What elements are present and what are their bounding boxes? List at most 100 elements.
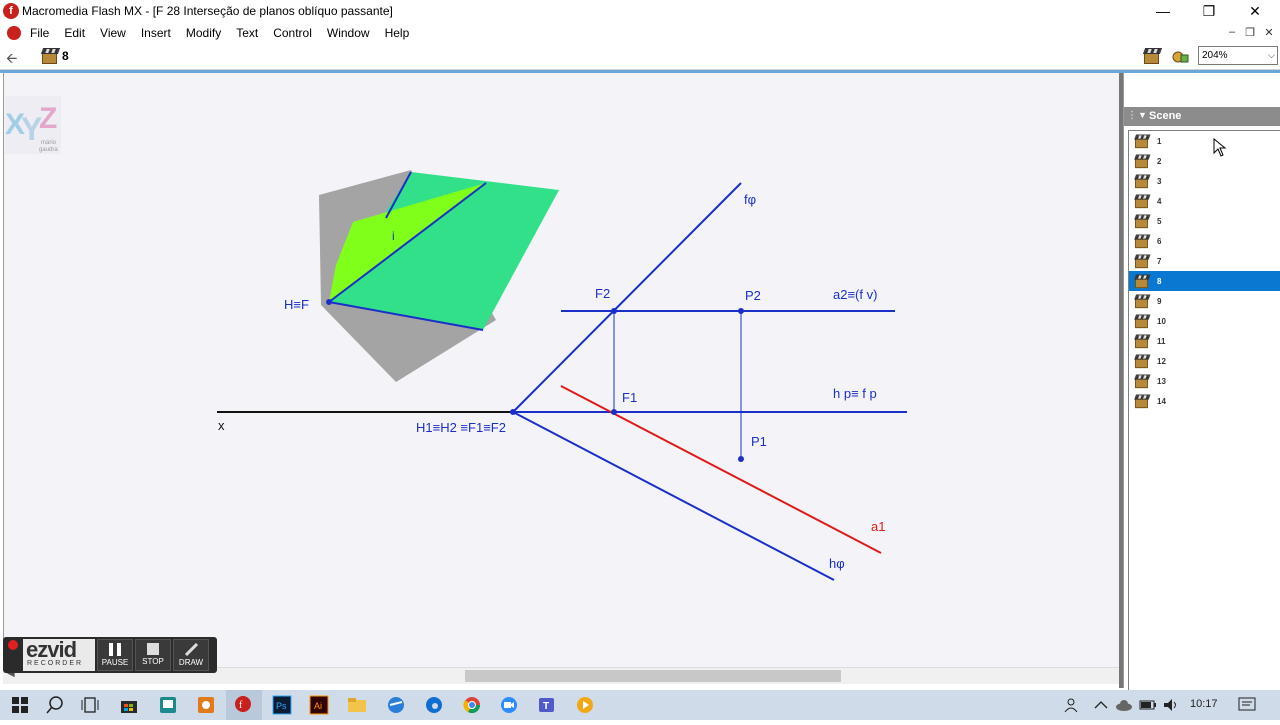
scrollbar-thumb[interactable] <box>465 670 841 682</box>
ezvid-logo: ezvid RECORDER <box>23 637 95 671</box>
restore-icon: ❐ <box>1202 3 1216 19</box>
pause-icon <box>109 643 121 656</box>
menu-file[interactable]: File <box>30 26 58 40</box>
clapper-icon <box>1135 397 1148 409</box>
scene-item[interactable]: 12 <box>1129 351 1280 371</box>
mdi-close-button[interactable]: ✕ <box>1261 26 1277 39</box>
scene-clapper-icon <box>42 52 57 64</box>
edit-symbols-icon[interactable] <box>1172 49 1190 65</box>
scene-item[interactable]: 11 <box>1129 331 1280 351</box>
point-f1 <box>611 409 617 415</box>
point-hf <box>326 299 332 305</box>
back-arrow-icon[interactable]: 🡨 <box>6 48 17 72</box>
notification-icon[interactable] <box>1236 694 1258 716</box>
teams-icon[interactable]: T <box>536 694 558 716</box>
pause-button[interactable]: PAUSE <box>97 639 133 671</box>
close-icon: ✕ <box>1249 3 1261 19</box>
draw-button[interactable]: DRAW <box>173 639 209 671</box>
ezvid-recorder: ezvid RECORDER PAUSE STOP DRAW <box>3 637 217 673</box>
menu-help[interactable]: Help <box>385 26 419 40</box>
clapper-icon <box>1135 217 1148 229</box>
app-icon[interactable] <box>157 694 179 716</box>
scene-item[interactable]: 13 <box>1129 371 1280 391</box>
close-button[interactable]: ✕ <box>1232 0 1278 23</box>
windows-start-icon[interactable] <box>9 694 31 716</box>
svg-text:Ai: Ai <box>314 701 322 711</box>
task-view-icon[interactable] <box>79 694 101 716</box>
search-icon[interactable] <box>44 694 66 716</box>
clapper-icon <box>1135 177 1148 189</box>
label-f2: F2 <box>595 286 610 301</box>
scene-list: 1 2 3 4 5 6 7 8 9 10 11 12 13 14 <box>1128 130 1280 690</box>
chrome-icon[interactable] <box>461 694 483 716</box>
collapse-triangle-icon[interactable]: ▼ <box>1138 110 1147 120</box>
clapper-icon <box>1135 357 1148 369</box>
battery-icon[interactable] <box>1137 694 1159 716</box>
point-p2 <box>738 308 744 314</box>
photoshop-icon[interactable]: Ps <box>271 694 293 716</box>
menu-text[interactable]: Text <box>236 26 267 40</box>
scene-item[interactable]: 14 <box>1129 391 1280 411</box>
chevron-up-icon[interactable] <box>1090 694 1112 716</box>
scene-item[interactable]: 2 <box>1129 151 1280 171</box>
people-icon[interactable] <box>1060 694 1082 716</box>
label-i: i <box>392 229 395 243</box>
edit-scene-icon[interactable] <box>1144 52 1159 64</box>
scene-item[interactable]: 9 <box>1129 291 1280 311</box>
scene-item-selected[interactable]: 8 <box>1129 271 1280 291</box>
taskbar: f Ps Ai T 10:17 <box>0 690 1280 720</box>
minimize-button[interactable]: — <box>1140 0 1186 23</box>
flash-taskbar-button[interactable]: f <box>226 690 262 720</box>
stop-button[interactable]: STOP <box>135 639 171 671</box>
label-a2: a2≡(f v) <box>833 287 877 302</box>
mdi-restore-button[interactable]: ❐ <box>1242 26 1258 39</box>
label-h1h2: H1≡H2 ≡F1≡F2 <box>416 420 506 435</box>
menu-control[interactable]: Control <box>273 26 321 40</box>
menu-modify[interactable]: Modify <box>186 26 230 40</box>
illustrator-icon[interactable]: Ai <box>308 694 330 716</box>
cloud-icon[interactable] <box>1113 694 1135 716</box>
stop-icon <box>147 643 159 655</box>
clapper-icon <box>1135 197 1148 209</box>
zoom-select[interactable]: 204% ⌵ <box>1198 46 1278 65</box>
zoom-icon[interactable] <box>498 694 520 716</box>
label-p1: P1 <box>751 434 767 449</box>
clapper-icon <box>1135 277 1148 289</box>
clapper-icon <box>1135 137 1148 149</box>
scene-item[interactable]: 6 <box>1129 231 1280 251</box>
svg-text:Z: Z <box>39 102 57 135</box>
document-icon[interactable] <box>7 26 21 40</box>
svg-text:T: T <box>543 701 549 712</box>
menu-edit[interactable]: Edit <box>64 26 94 40</box>
record-indicator-icon <box>8 640 18 650</box>
mdi-minimize-button[interactable]: – <box>1224 26 1240 38</box>
scene-panel-header[interactable]: ⋮ ▼ Scene <box>1124 107 1280 126</box>
store-icon[interactable] <box>118 694 140 716</box>
menu-window[interactable]: Window <box>327 26 379 40</box>
chevron-down-icon: ⌵ <box>1268 50 1275 60</box>
label-x: x <box>218 418 225 433</box>
label-p2: P2 <box>745 288 761 303</box>
grip-icon[interactable]: ⋮ <box>1127 110 1137 121</box>
stage-canvas[interactable]: fφ F2 P2 a2≡(f v) F1 h p≡ f p x H1≡H2 ≡F… <box>3 73 1119 670</box>
office-icon[interactable] <box>195 694 217 716</box>
taskbar-clock[interactable]: 10:17 <box>1190 698 1218 710</box>
label-hf: H≡F <box>284 297 309 312</box>
scene-item[interactable]: 1 <box>1129 131 1280 151</box>
svg-text:gaudra: gaudra <box>39 147 58 153</box>
scene-item[interactable]: 5 <box>1129 211 1280 231</box>
restore-button[interactable]: ❐ <box>1186 0 1232 23</box>
scene-item[interactable]: 4 <box>1129 191 1280 211</box>
scene-item[interactable]: 10 <box>1129 311 1280 331</box>
pencil-icon <box>184 642 199 657</box>
app-icon-2[interactable] <box>385 694 407 716</box>
media-icon[interactable] <box>574 694 596 716</box>
menu-insert[interactable]: Insert <box>141 26 180 40</box>
scene-item[interactable]: 7 <box>1129 251 1280 271</box>
volume-icon[interactable] <box>1160 694 1182 716</box>
edge-icon[interactable] <box>423 694 445 716</box>
menu-view[interactable]: View <box>100 26 135 40</box>
clapper-icon <box>1135 257 1148 269</box>
scene-item[interactable]: 3 <box>1129 171 1280 191</box>
file-explorer-icon[interactable] <box>346 694 368 716</box>
